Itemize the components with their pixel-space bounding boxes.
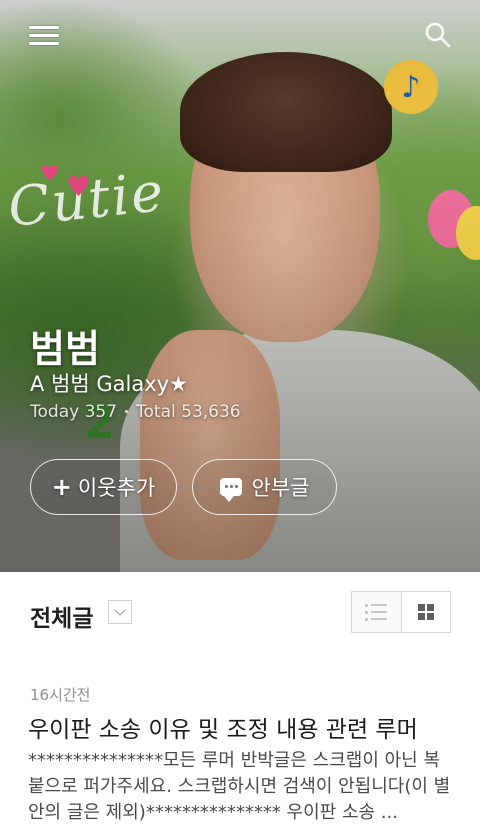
plus-icon: + bbox=[51, 473, 72, 501]
list-view-button[interactable] bbox=[352, 592, 401, 632]
total-count: Total 53,636 bbox=[136, 402, 241, 422]
blog-name: 범범 bbox=[30, 327, 100, 371]
post-title[interactable]: 우이판 소송 이유 및 조정 내용 관련 루머 bbox=[28, 710, 418, 744]
list-view-icon bbox=[365, 603, 388, 621]
view-mode-toggle bbox=[351, 591, 451, 633]
search-button[interactable] bbox=[418, 15, 458, 55]
post-list-card: 전체글 16시간전 우이판 소송 이유 및 조정 내용 관련 루머 ******… bbox=[0, 572, 480, 823]
add-neighbor-label: 이웃추가 bbox=[77, 476, 156, 500]
post-excerpt[interactable]: ***************모든 루머 반박글은 스크랩이 아닌 복붙으로 퍼… bbox=[28, 748, 453, 826]
menu-button[interactable] bbox=[24, 15, 64, 55]
speech-bubble-icon bbox=[219, 478, 242, 502]
chevron-down-icon bbox=[114, 604, 126, 616]
guestbook-button[interactable]: 안부글 bbox=[192, 459, 337, 515]
add-neighbor-button[interactable]: + 이웃추가 bbox=[30, 459, 177, 515]
post-timestamp: 16시간전 bbox=[30, 686, 91, 704]
blog-description: A 범범 Galaxy★ bbox=[30, 372, 188, 396]
search-icon bbox=[425, 22, 451, 48]
grid-view-icon bbox=[417, 604, 434, 620]
guestbook-label: 안부글 bbox=[251, 476, 310, 500]
section-title: 전체글 bbox=[30, 606, 94, 632]
visitor-stats: Today 357 Total 53,636 bbox=[30, 402, 241, 422]
category-dropdown[interactable] bbox=[108, 600, 132, 624]
today-count: Today 357 bbox=[30, 402, 118, 422]
grid-view-button[interactable] bbox=[400, 592, 450, 632]
hamburger-menu-icon bbox=[29, 21, 59, 50]
